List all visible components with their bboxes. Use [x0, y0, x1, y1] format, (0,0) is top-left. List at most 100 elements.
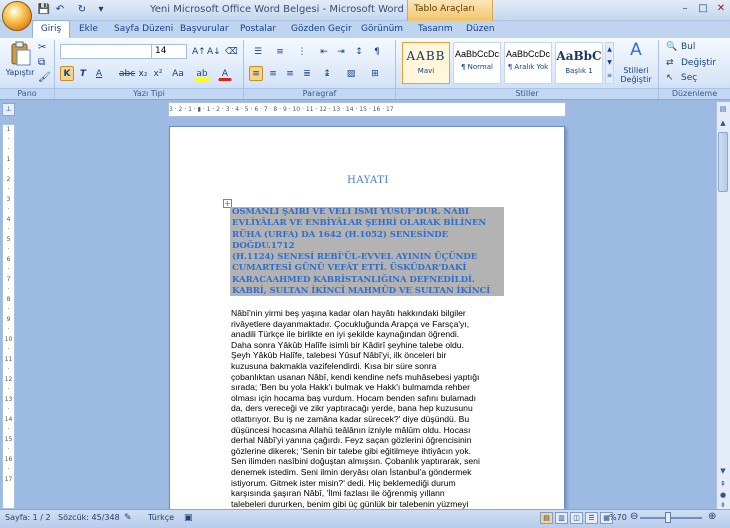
change-case-button[interactable]: Aa: [169, 66, 187, 81]
bold-button[interactable]: K: [60, 66, 74, 81]
font-size-field[interactable]: 14: [151, 44, 187, 59]
tab-references[interactable]: Başvurular: [180, 22, 229, 38]
document-title[interactable]: HAYATI: [170, 175, 564, 186]
sort-icon[interactable]: ↕: [352, 44, 366, 59]
vertical-ruler-tick: 16: [4, 456, 13, 463]
zoom-slider-thumb[interactable]: [664, 512, 671, 523]
numbering-icon[interactable]: ≡: [271, 44, 289, 59]
style-name: ¶ Normal: [460, 63, 493, 71]
underline-button[interactable]: A: [92, 66, 106, 81]
tab-view[interactable]: Görünüm: [361, 22, 403, 38]
outline-view-icon[interactable]: ☰: [585, 512, 598, 524]
borders-icon[interactable]: ⊞: [366, 66, 384, 81]
strikethrough-button[interactable]: abc: [118, 66, 135, 81]
proofing-icon[interactable]: ✎: [124, 513, 132, 523]
minimize-icon[interactable]: –: [676, 2, 694, 17]
tab-insert[interactable]: Ekle: [79, 22, 98, 38]
zoom-out-icon[interactable]: ⊖: [630, 511, 638, 522]
increase-indent-icon[interactable]: ⇥: [334, 44, 348, 59]
maximize-icon[interactable]: □: [694, 2, 712, 17]
format-painter-icon[interactable]: 🖌: [38, 72, 51, 83]
style-normal[interactable]: AaBbCcDc ¶ Normal: [453, 42, 501, 84]
decrease-indent-icon[interactable]: ⇤: [317, 44, 331, 59]
scroll-down-icon[interactable]: ▼: [717, 466, 729, 478]
font-color-button[interactable]: A: [218, 66, 232, 81]
tab-review[interactable]: Gözden Geçir: [291, 22, 352, 38]
office-button[interactable]: [2, 1, 32, 31]
page-count[interactable]: Sayfa: 1 / 2: [5, 513, 51, 522]
horizontal-ruler[interactable]: 3 · 2 · 1 · ▮ · 1 · 2 · 3 · 4 · 5 · 6 · …: [168, 102, 566, 117]
style-sample: AaBbC: [556, 49, 602, 63]
scroll-thumb[interactable]: [718, 132, 728, 192]
align-left-icon[interactable]: ≡: [249, 66, 263, 81]
subscript-button[interactable]: x₂: [136, 66, 150, 81]
find-button[interactable]: Bul: [681, 42, 695, 52]
superscript-button[interactable]: x²: [151, 66, 165, 81]
vertical-ruler-tick: 1: [6, 156, 11, 163]
ruler-toggle-icon[interactable]: ⊥: [2, 103, 15, 116]
shading-icon[interactable]: ▨: [342, 66, 360, 81]
vertical-ruler-tick: ·: [7, 166, 10, 173]
save-icon[interactable]: 💾: [37, 3, 51, 17]
close-icon[interactable]: ✕: [712, 2, 730, 17]
replace-icon[interactable]: ⇄: [666, 58, 674, 68]
vertical-ruler-tick: ·: [7, 386, 10, 393]
tab-page-layout[interactable]: Sayfa Düzeni: [114, 22, 173, 38]
change-styles-button[interactable]: Stilleri Değiştir: [617, 66, 655, 84]
clear-format-icon[interactable]: ⌫: [224, 44, 238, 59]
full-screen-view-icon[interactable]: ▥: [555, 512, 568, 524]
redo-icon[interactable]: ↻: [75, 3, 89, 17]
undo-icon[interactable]: ↶: [53, 3, 67, 17]
group-label-styles: Stiller: [396, 88, 658, 99]
zoom-slider[interactable]: [640, 517, 702, 519]
select-button[interactable]: Seç: [681, 73, 697, 83]
replace-button[interactable]: Değiştir: [681, 58, 716, 68]
vertical-ruler-tick: 13: [4, 396, 13, 403]
document-page[interactable]: HAYATI + OSMANLI ŞAİRİ VE VELİ İSMİ YÛSU…: [169, 126, 565, 512]
line-spacing-icon[interactable]: ↨: [318, 66, 336, 81]
paste-button[interactable]: Yapıştır: [4, 68, 36, 77]
style-name: ¶ Aralık Yok: [507, 63, 549, 71]
tab-layout[interactable]: Düzen: [466, 22, 495, 38]
vertical-ruler-tick: ·: [7, 426, 10, 433]
align-right-icon[interactable]: ≡: [283, 66, 297, 81]
select-icon[interactable]: ↖: [666, 73, 674, 83]
change-styles-icon[interactable]: A: [620, 40, 652, 60]
view-ruler-icon[interactable]: ▤: [717, 104, 729, 116]
zoom-level[interactable]: %70: [609, 513, 627, 522]
zoom-in-icon[interactable]: ⊕: [708, 511, 716, 522]
vertical-ruler[interactable]: 1 · · 1 · 2 · 3 · 4 · 5 · 6 · 7 · 8 · 9 · 10 · 11 · 12 · 13 · 14 · 15 · 1…: [2, 124, 15, 509]
tab-home[interactable]: Giriş: [32, 20, 70, 38]
tab-design[interactable]: Tasarım: [418, 22, 453, 38]
word-count[interactable]: Sözcük: 45/348: [58, 513, 120, 522]
shrink-font-button[interactable]: A↓: [206, 44, 221, 59]
style-no-spacing[interactable]: AaBbCcDc ¶ Aralık Yok: [504, 42, 552, 84]
align-center-icon[interactable]: ≡: [266, 66, 280, 81]
tab-mailings[interactable]: Postalar: [240, 22, 276, 38]
justify-icon[interactable]: ≣: [300, 66, 314, 81]
customize-qat-icon[interactable]: ▾: [94, 3, 108, 17]
language[interactable]: Türkçe: [148, 513, 174, 522]
macro-icon[interactable]: ▣: [184, 513, 193, 523]
paste-icon[interactable]: [6, 41, 34, 67]
style-sample: AaBbCcDc: [454, 49, 499, 59]
style-heading-1[interactable]: AaBbC Başlık 1: [555, 42, 603, 84]
web-layout-view-icon[interactable]: ◫: [570, 512, 583, 524]
styles-gallery-scroll[interactable]: ▲ ▼ ≡: [605, 42, 614, 84]
document-body-text[interactable]: Nâbî'nin yirmi beş yaşına kadar olan hay…: [231, 308, 505, 511]
copy-icon[interactable]: ⧉: [38, 57, 45, 68]
find-icon[interactable]: 🔍: [666, 42, 677, 52]
font-name-field[interactable]: [60, 44, 152, 59]
selected-heading-text[interactable]: OSMANLI ŞAİRİ VE VELİ İSMİ YÛSUF'DUR. NÂ…: [230, 207, 504, 296]
scroll-up-icon[interactable]: ▲: [717, 118, 729, 130]
style-mavi[interactable]: AABB Mavi: [402, 42, 450, 84]
print-layout-view-icon[interactable]: ▤: [540, 512, 553, 524]
italic-button[interactable]: T: [76, 66, 90, 81]
bullets-icon[interactable]: ☰: [249, 44, 267, 59]
grow-font-button[interactable]: A↑: [191, 44, 206, 59]
show-marks-button[interactable]: ¶: [370, 44, 384, 59]
multilevel-list-icon[interactable]: ⋮: [293, 44, 311, 59]
vertical-ruler-tick: ·: [7, 306, 10, 313]
highlight-button[interactable]: ab: [194, 66, 210, 81]
cut-icon[interactable]: ✂: [38, 42, 46, 53]
